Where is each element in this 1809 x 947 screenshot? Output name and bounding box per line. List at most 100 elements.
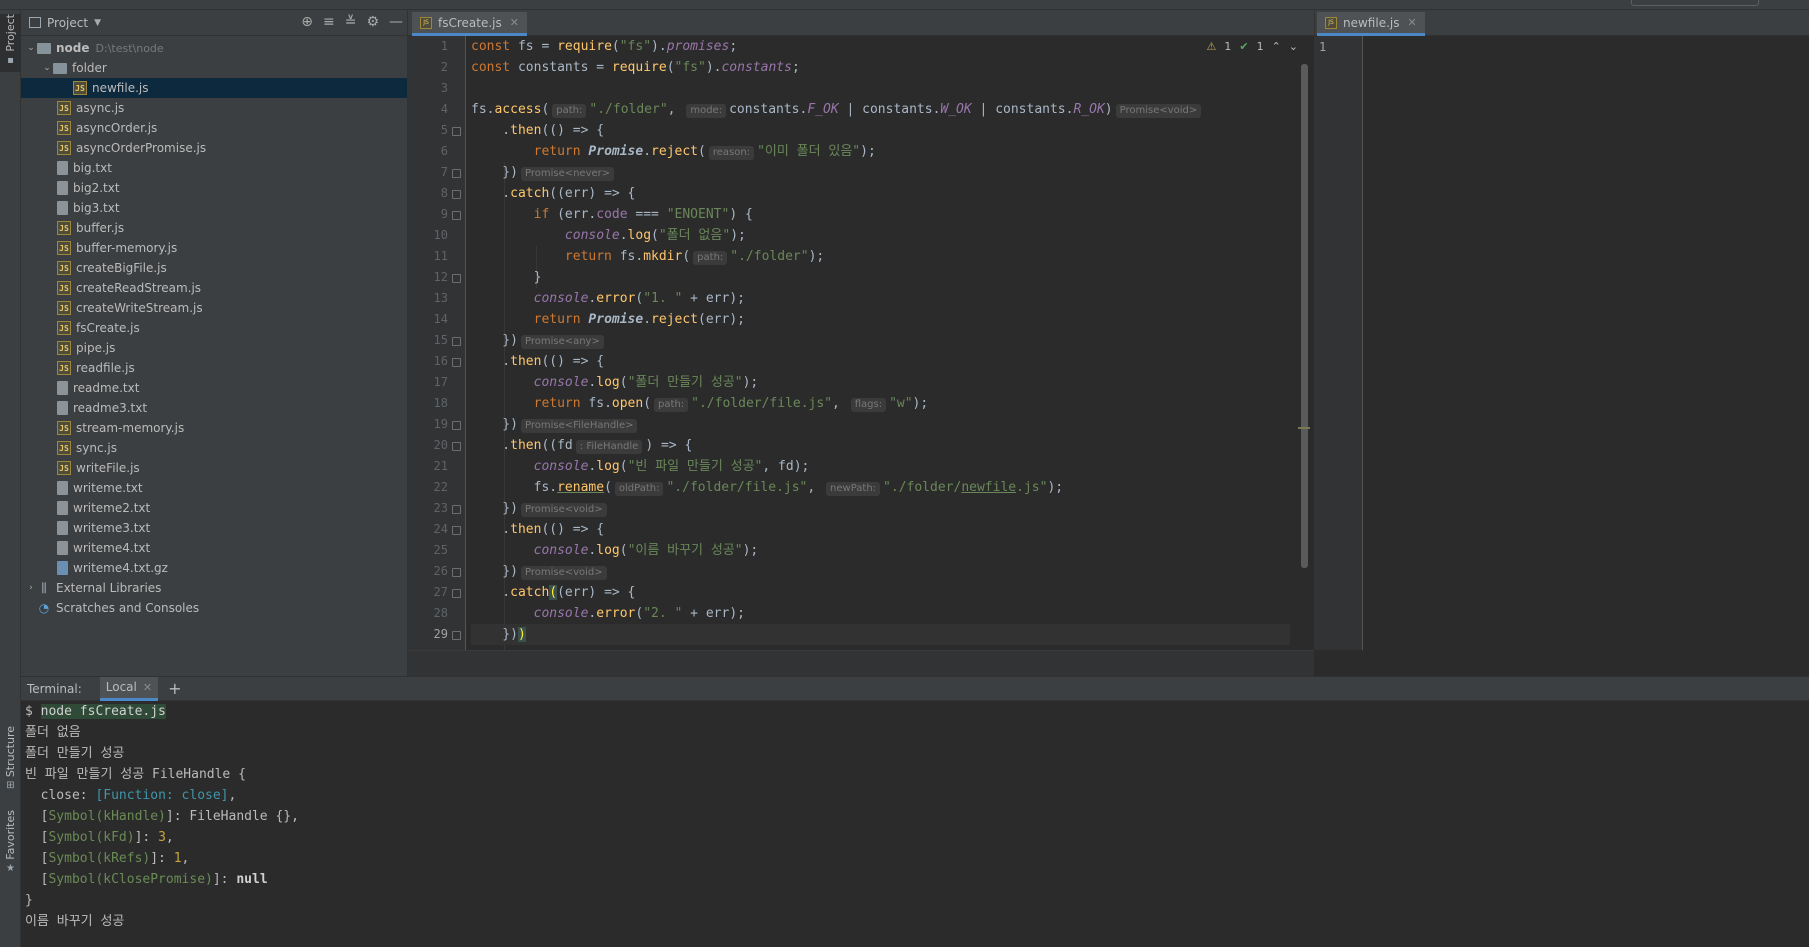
code-line-8: .catch((err) => { (471, 186, 636, 201)
project-tool-tab[interactable]: Project ▪ (0, 14, 21, 72)
tree-file[interactable]: JS stream-memory.js (21, 418, 407, 438)
terminal-tab-local[interactable]: Local ✕ (99, 676, 159, 701)
line-number: 27 (433, 585, 448, 599)
terminal-command: node fsCreate.js (40, 704, 166, 719)
right-code-editor[interactable]: 1 (1314, 36, 1809, 650)
collapsed-arrow-icon[interactable]: › (25, 583, 37, 593)
tree-file[interactable]: writeme4.txt.gz (21, 558, 407, 578)
fold-marker-icon[interactable] (452, 211, 461, 220)
close-icon[interactable]: ✕ (510, 16, 519, 29)
tree-file[interactable]: JS createReadStream.js (21, 278, 407, 298)
line-number: 28 (433, 606, 448, 620)
fold-marker-icon[interactable] (452, 274, 461, 283)
tree-file[interactable]: readme.txt (21, 378, 407, 398)
fold-marker-icon[interactable] (452, 169, 461, 178)
line-number: 9 (440, 207, 448, 221)
terminal-line: [Symbol(kRefs)]: 1, (25, 851, 190, 866)
tree-file[interactable]: JS pipe.js (21, 338, 407, 358)
code-line-29: })) (471, 624, 1290, 645)
symbol-krefs: Symbol(kRefs) (48, 851, 151, 866)
close-icon[interactable]: ✕ (1407, 16, 1416, 29)
fold-marker-icon[interactable] (452, 505, 461, 514)
tree-file[interactable]: writeme2.txt (21, 498, 407, 518)
tree-file[interactable]: JS async.js (21, 98, 407, 118)
line-number-gutter[interactable]: 1 2 3 4 5 6 7 8 9 10 11 12 13 14 15 16 17 18 19 20 21 22 23 24 2… (408, 36, 466, 650)
line-number: 14 (433, 312, 448, 326)
tree-file[interactable]: writeme4.txt (21, 538, 407, 558)
code-line-6: return Promise.reject(reason: "이미 폴더 있음")… (533, 144, 876, 160)
expanded-arrow-icon[interactable]: ⌄ (25, 43, 37, 53)
tree-file[interactable]: writeme3.txt (21, 518, 407, 538)
tree-file[interactable]: big2.txt (21, 178, 407, 198)
fold-marker-icon[interactable] (452, 190, 461, 199)
next-highlight-icon[interactable]: ⌄ (1289, 40, 1298, 53)
fold-marker-icon[interactable] (452, 337, 461, 346)
tree-file[interactable]: JS createWriteStream.js (21, 298, 407, 318)
tree-file[interactable]: JS writeFile.js (21, 458, 407, 478)
terminal-output[interactable]: $ node fsCreate.js 폴더 없음 폴더 만들기 성공 빈 파일 … (21, 701, 1809, 947)
line-number: 21 (433, 459, 448, 473)
run-configuration-button[interactable] (1631, 0, 1759, 6)
code-area[interactable]: const fs = require("fs").promises; const… (471, 36, 1290, 650)
tree-file[interactable]: writeme.txt (21, 478, 407, 498)
favorites-tool-label: Favorites (4, 810, 17, 860)
text-file-icon (57, 481, 68, 495)
project-view-selector[interactable]: Project (47, 16, 88, 30)
tree-file[interactable]: JS buffer-memory.js (21, 238, 407, 258)
tree-file[interactable]: JS sync.js (21, 438, 407, 458)
tree-file[interactable]: JS asyncOrder.js (21, 118, 407, 138)
inspection-widget[interactable]: ⚠ 1 ✔ 1 ⌃ ⌄ (1206, 40, 1298, 53)
editor-breadcrumb-bar (408, 650, 1314, 676)
editor-tab-bar: JS fsCreate.js ✕ (408, 10, 1314, 36)
code-line-18: return fs.open(path: "./folder/file.js", … (533, 396, 929, 412)
tree-file[interactable]: JS createBigFile.js (21, 258, 407, 278)
expanded-arrow-icon[interactable]: ⌄ (41, 63, 53, 73)
new-terminal-icon[interactable]: + (168, 679, 181, 698)
gear-icon[interactable]: ⚙ (366, 14, 379, 30)
tree-root-node[interactable]: ⌄ node D:\test\node (21, 38, 407, 58)
close-icon[interactable]: ✕ (143, 681, 152, 694)
code-line-4: fs.access(path: "./folder", mode: constant… (471, 99, 1290, 120)
warning-icon[interactable]: ⚠ (1206, 40, 1216, 53)
previous-highlight-icon[interactable]: ⌃ (1272, 40, 1281, 53)
fold-marker-icon[interactable] (452, 526, 461, 535)
code-editor[interactable]: 1 2 3 4 5 6 7 8 9 10 11 12 13 14 15 16 17 18 19 20 21 22 23 24 2… (408, 36, 1314, 650)
tree-file[interactable]: JS fsCreate.js (21, 318, 407, 338)
check-icon[interactable]: ✔ (1239, 40, 1248, 53)
expand-all-icon[interactable]: ≡ (323, 14, 335, 30)
tree-file[interactable]: JS buffer.js (21, 218, 407, 238)
project-panel: Project ▼ ⊕ ≡ ≚ ⚙ — ⌄ node D:\test\node … (21, 10, 408, 676)
tree-file[interactable]: big.txt (21, 158, 407, 178)
tree-file[interactable]: JS readfile.js (21, 358, 407, 378)
tree-scratches[interactable]: ◔ Scratches and Consoles (21, 598, 407, 618)
tree-file-newfile[interactable]: JS newfile.js (21, 78, 407, 98)
terminal-line: 이름 바꾸기 성공 (25, 914, 125, 929)
code-line-19: }) Promise<FileHandle> (471, 414, 1290, 435)
collapse-all-icon[interactable]: ≚ (345, 14, 357, 30)
tree-file[interactable]: big3.txt (21, 198, 407, 218)
fold-marker-icon[interactable] (452, 127, 461, 136)
file-name: createReadStream.js (76, 281, 202, 295)
structure-tool-tab[interactable]: Structure ⊞ (0, 726, 21, 791)
fold-marker-icon[interactable] (452, 442, 461, 451)
fold-marker-icon[interactable] (452, 421, 461, 430)
fold-marker-icon[interactable] (452, 568, 461, 577)
locate-icon[interactable]: ⊕ (301, 14, 313, 30)
tree-file[interactable]: readme3.txt (21, 398, 407, 418)
line-number: 4 (440, 102, 448, 116)
editor-tab-newfile[interactable]: JS newfile.js ✕ (1317, 12, 1425, 36)
favorites-tool-tab[interactable]: Favorites ★ (0, 810, 21, 874)
editor-scrollbar[interactable] (1301, 64, 1308, 568)
tree-file[interactable]: JS asyncOrderPromise.js (21, 138, 407, 158)
editor-tab-fscreate[interactable]: JS fsCreate.js ✕ (412, 12, 527, 36)
tree-external-libraries[interactable]: › ⫼ External Libraries (21, 578, 407, 598)
scroll-marker[interactable] (1298, 427, 1310, 429)
fold-marker-icon[interactable] (452, 631, 461, 640)
minimize-icon[interactable]: — (389, 14, 403, 30)
fold-marker-icon[interactable] (452, 358, 461, 367)
terminal-line: [Symbol(kFd)]: 3, (25, 830, 174, 845)
fold-marker-icon[interactable] (452, 589, 461, 598)
tree-folder[interactable]: ⌄ folder (21, 58, 407, 78)
chevron-down-icon[interactable]: ▼ (94, 18, 101, 28)
file-name: big3.txt (73, 201, 120, 215)
